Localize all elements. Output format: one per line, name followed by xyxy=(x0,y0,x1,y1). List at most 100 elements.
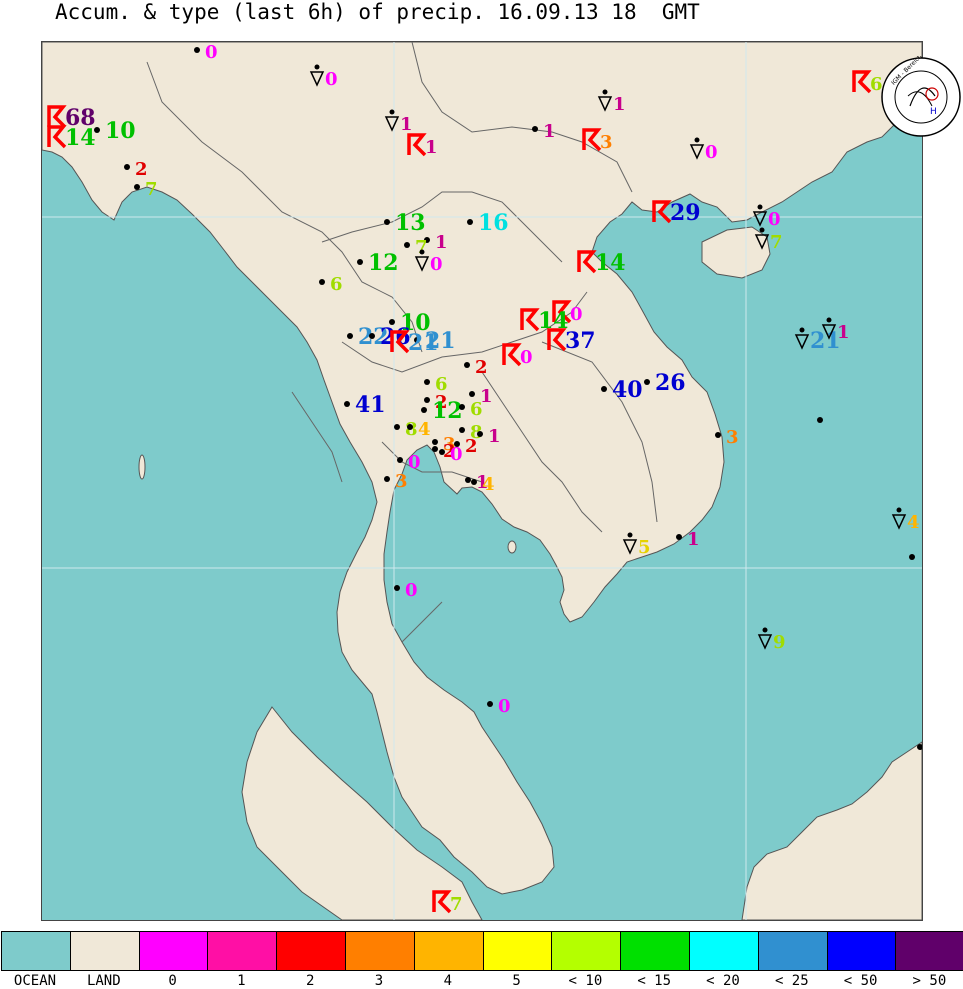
precip-value: 0 xyxy=(520,347,533,368)
precip-value: 0 xyxy=(768,209,781,230)
precip-value: 0 xyxy=(705,142,718,163)
precip-value: 26 xyxy=(655,370,686,396)
station-dot xyxy=(394,585,400,591)
legend-swatch xyxy=(482,931,553,971)
legend-swatch xyxy=(689,931,759,971)
station-dot xyxy=(762,627,768,633)
station-dot xyxy=(917,744,922,750)
station xyxy=(817,417,823,423)
station xyxy=(917,744,922,750)
station-dot xyxy=(384,476,390,482)
precip-value: 3 xyxy=(395,471,408,492)
precip-value: 5 xyxy=(638,537,651,558)
precip-value: 4 xyxy=(418,419,431,440)
legend-swatch xyxy=(276,931,346,971)
legend-label: 5 xyxy=(512,973,521,989)
station-dot xyxy=(459,427,465,433)
station-dot xyxy=(124,164,130,170)
precip-value: 14 xyxy=(595,250,626,276)
precip-value: 0 xyxy=(405,580,418,601)
station-dot xyxy=(94,127,100,133)
precip-value: 7 xyxy=(770,232,783,253)
station-dot xyxy=(419,249,425,255)
precip-value: 1 xyxy=(543,121,556,142)
station-dot xyxy=(464,362,470,368)
legend-label: < 15 xyxy=(637,973,672,989)
station-dot xyxy=(715,432,721,438)
legend-swatch xyxy=(1,931,71,971)
legend-swatch xyxy=(826,931,897,971)
precip-value: 2 xyxy=(475,357,488,378)
legend-label: 2 xyxy=(305,973,315,989)
legend-label: OCEAN xyxy=(13,973,57,989)
station-dot xyxy=(432,446,438,452)
precip-value: 40 xyxy=(612,377,643,403)
station-dot xyxy=(909,554,915,560)
legend-label: 4 xyxy=(443,973,453,989)
station-dot xyxy=(134,184,140,190)
svg-text:H: H xyxy=(930,107,937,117)
precip-value: 37 xyxy=(565,328,596,354)
precip-value: 6 xyxy=(330,274,343,295)
station-dot xyxy=(347,333,353,339)
legend-swatch xyxy=(207,931,278,971)
precip-value: 1 xyxy=(435,232,448,253)
station-dot xyxy=(694,137,700,143)
precip-value: 10 xyxy=(105,118,136,144)
station-dot xyxy=(602,89,608,95)
precip-value: 4 xyxy=(482,474,495,495)
precip-value: 41 xyxy=(355,392,386,418)
weather-chart-logo-icon: H IGM - Bereich Meteor. Universität zu K… xyxy=(881,56,962,137)
precip-value: 7 xyxy=(450,894,463,915)
station-dot xyxy=(826,317,832,323)
station-dot xyxy=(759,227,765,233)
precip-value: 12 xyxy=(432,398,463,424)
precip-value: 0 xyxy=(430,254,443,275)
legend-swatch xyxy=(69,931,140,971)
station-dot xyxy=(194,47,200,53)
legend-label: > 50 xyxy=(912,973,947,989)
station-dot xyxy=(467,219,473,225)
precip-value: 0 xyxy=(408,452,421,473)
precip-value: 1 xyxy=(400,114,413,135)
station-dot xyxy=(896,507,902,513)
precip-value: 7 xyxy=(145,179,158,200)
legend-label: < 25 xyxy=(774,973,809,989)
precip-value: 29 xyxy=(670,200,701,226)
station-dot xyxy=(357,259,363,265)
station-dot xyxy=(471,479,477,485)
precip-value: 4 xyxy=(907,512,920,533)
legend-swatch xyxy=(345,931,415,971)
station-dot xyxy=(397,457,403,463)
precip-value: 1 xyxy=(837,322,850,343)
station-dot xyxy=(319,279,325,285)
station-dot xyxy=(432,439,438,445)
station-dot xyxy=(601,386,607,392)
precip-value: 21 xyxy=(408,330,439,356)
legend-swatch xyxy=(138,931,209,971)
precip-value: 14 xyxy=(65,125,96,151)
precip-value: 1 xyxy=(425,137,438,158)
precip-value: 0 xyxy=(325,69,338,90)
precip-value: 9 xyxy=(773,632,786,653)
legend-swatch xyxy=(413,931,484,971)
precip-value: 1 xyxy=(613,94,626,115)
precip-value: 13 xyxy=(395,210,426,236)
precip-value: 6 xyxy=(470,399,483,420)
legend-label: < 20 xyxy=(706,973,740,989)
precip-value: 0 xyxy=(570,304,583,325)
legend-label: < 10 xyxy=(568,973,603,989)
station-dot xyxy=(469,391,475,397)
station-dot xyxy=(757,204,763,210)
station-dot xyxy=(314,64,320,70)
station-dot xyxy=(817,417,823,423)
station-dot xyxy=(384,219,390,225)
precip-value: 12 xyxy=(368,250,399,276)
legend-label: < 50 xyxy=(843,973,878,989)
station-dot xyxy=(407,424,413,430)
legend-swatch xyxy=(551,931,622,971)
precip-value: 2 xyxy=(465,436,478,457)
precip-value: 1 xyxy=(687,529,700,550)
legend-swatch xyxy=(620,931,690,971)
map-title: Accum. & type (last 6h) of precip. 16.09… xyxy=(55,0,700,24)
